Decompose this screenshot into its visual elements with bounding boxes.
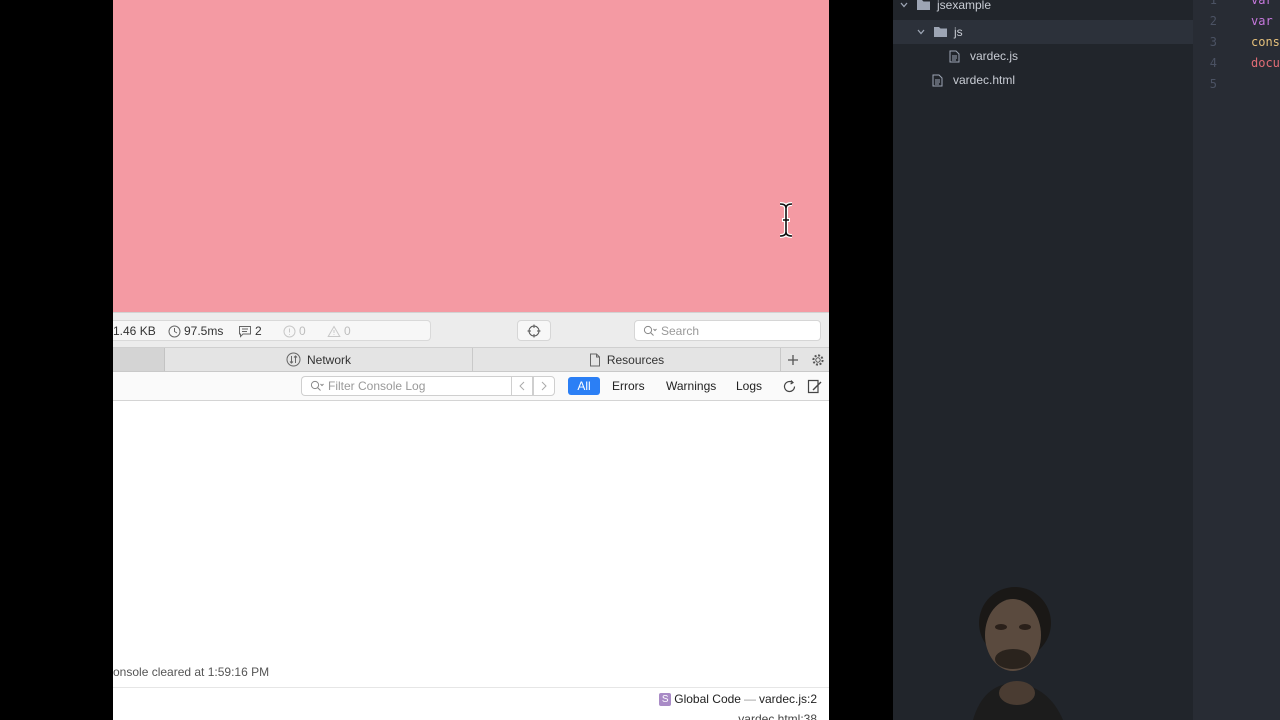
refresh-icon [783,379,795,392]
search-icon [643,325,657,336]
tree-item-file[interactable]: vardec.js [893,44,1193,68]
folder-icon [917,0,930,10]
tree-item-project-folder[interactable]: jsexample [893,0,1193,17]
chevron-down-icon [898,2,910,8]
folder-icon [934,27,947,37]
error-icon [283,325,296,337]
tab-network-label: Network [306,352,351,367]
search-field[interactable]: Search [634,320,821,341]
log-count-stat: 2 [238,324,262,338]
filter-placeholder: Filter Console Log [328,379,426,393]
tree-item-js-folder[interactable]: js [893,20,1193,44]
add-tab-button[interactable] [784,351,802,369]
console-log-entry[interactable]: vardec.html:38 [113,711,829,720]
code-line: var [1251,0,1273,7]
warning-icon [327,325,341,337]
code-line: var [1251,14,1273,28]
code-editor[interactable]: 1 2 3 4 5 var var cons docu [1193,0,1280,720]
search-icon [310,380,324,391]
resource-size-stat: 1.46 KB [113,324,156,338]
filter-console-input[interactable]: Filter Console Log [301,376,511,396]
devtools-tab-bar: Network Resources [113,348,829,372]
document-icon [589,353,600,366]
clear-console-button[interactable] [780,377,798,395]
tree-item-label: vardec.js [970,49,1019,63]
source-link[interactable]: vardec.html:38 [738,712,817,720]
console-log-entry[interactable]: S Global Code — vardec.js:2 [113,687,829,709]
load-time-value: 97.5ms [184,324,224,338]
network-icon [286,352,301,367]
filter-logs-button[interactable]: Logs [731,377,767,395]
browser-window: 1.46 KB 97.5ms 2 0 0 Search Network Reso… [113,0,829,720]
file-icon [932,74,943,86]
line-number: 4 [1209,56,1217,70]
call-frame-source-link[interactable]: vardec.js:2 [759,692,817,706]
chevron-down-icon [915,29,927,35]
warning-count-stat: 0 [327,324,351,338]
tab-network[interactable]: Network [165,348,473,371]
warning-count-value: 0 [344,324,351,338]
console-toolbar: Filter Console Log All Errors Warnings L… [113,372,829,401]
tree-item-label: js [954,25,963,39]
webcam-overlay [973,587,1063,720]
error-count-value: 0 [299,324,306,338]
search-placeholder: Search [661,323,700,338]
console-log-area[interactable]: onsole cleared at 1:59:16 PM S Global Co… [113,401,829,720]
line-number: 1 [1209,0,1217,7]
chevron-right-icon [541,381,547,391]
tree-item-label: vardec.html [953,73,1016,87]
dashboard-bar: 1.46 KB 97.5ms 2 0 0 Search [113,312,829,348]
inspect-target-button[interactable] [517,320,551,341]
filter-warnings-button[interactable]: Warnings [661,377,721,395]
file-icon [949,50,960,62]
call-frame-function: Global Code [674,692,741,706]
plus-icon [788,355,798,365]
clock-icon [168,325,181,337]
gear-icon [812,354,824,366]
filter-all-button[interactable]: All [568,377,600,395]
line-number: 2 [1209,14,1217,28]
tab-resources[interactable]: Resources [473,348,781,371]
error-count-stat: 0 [283,324,306,338]
line-number: 3 [1209,35,1217,49]
chevron-left-icon [519,381,525,391]
preserve-log-button[interactable] [806,377,824,395]
call-frame-separator: — [743,692,756,706]
next-match-button[interactable] [533,376,555,396]
line-number: 5 [1209,77,1217,91]
page-viewport[interactable] [113,0,829,312]
log-count-value: 2 [255,324,262,338]
text-cursor-icon [779,202,793,238]
resource-size-value: 1.46 KB [113,324,156,338]
log-message-icon [239,325,251,338]
tab-resources-label: Resources [606,352,665,367]
code-line: cons [1251,35,1280,49]
tree-item-file[interactable]: vardec.html [893,68,1193,92]
function-icon: S [659,692,672,706]
settings-button[interactable] [809,351,827,369]
tab-console[interactable] [113,348,165,371]
clear-log-icon [807,379,822,393]
crosshair-icon [527,324,541,337]
call-frame[interactable]: S Global Code — vardec.js:2 [659,692,817,706]
previous-match-button[interactable] [511,376,533,396]
load-time-stat: 97.5ms [168,324,223,338]
tree-item-label: jsexample [937,0,992,12]
stats-dashboard[interactable]: 1.46 KB 97.5ms 2 0 0 [113,320,431,341]
code-line: docu [1251,56,1280,70]
console-cleared-message: onsole cleared at 1:59:16 PM [113,665,270,679]
project-tree: jsexample js vardec.js vardec.html [893,0,1193,720]
filter-errors-button[interactable]: Errors [607,377,650,395]
